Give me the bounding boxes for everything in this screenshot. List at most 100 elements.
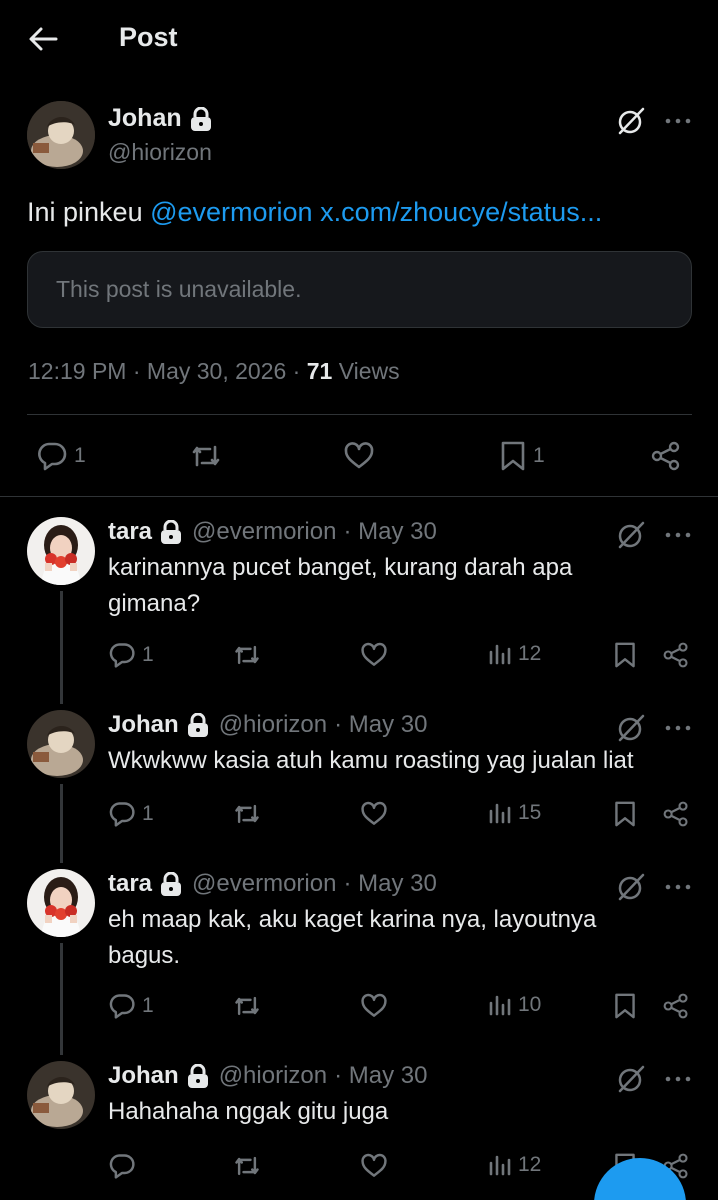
reply-text: eh maap kak, aku kaget karina nya, layou… — [108, 906, 597, 969]
repost-icon — [189, 440, 223, 472]
repost-icon — [232, 800, 262, 828]
post-text: Ini pinkeu @evermorion x.com/zhoucye/sta… — [27, 197, 602, 228]
repost-button[interactable] — [232, 992, 262, 1020]
repost-button[interactable] — [232, 641, 262, 669]
lock-icon — [190, 106, 212, 131]
share-button[interactable] — [650, 440, 682, 472]
reply-count: 1 — [142, 994, 154, 1017]
reply-count: 1 — [142, 643, 154, 666]
like-button[interactable] — [360, 992, 388, 1020]
reply-header: Johan @hiorizon · May 30 — [108, 1062, 427, 1090]
reply-author-name[interactable]: Johan — [108, 711, 179, 739]
reply-button[interactable]: 1 — [108, 641, 154, 669]
url-link[interactable]: x.com/zhoucye/status... — [320, 197, 602, 227]
views-count: 12 — [518, 642, 542, 665]
views-button[interactable]: 12 — [488, 1153, 541, 1177]
reply-button[interactable] — [108, 1152, 142, 1180]
lock-icon — [160, 872, 182, 896]
bookmark-button[interactable]: 1 — [499, 440, 545, 472]
views-button[interactable]: 12 — [488, 642, 541, 666]
bookmark-button[interactable] — [613, 641, 637, 669]
lock-icon — [187, 713, 209, 737]
more-options-icon[interactable] — [663, 713, 693, 743]
reply-author-name[interactable]: tara — [108, 870, 152, 898]
post-meta: 12:19 PM · May 30, 2026 · 71 Views — [28, 358, 400, 385]
share-icon — [662, 800, 690, 828]
avatar[interactable] — [27, 1061, 95, 1129]
reply-header: tara @evermorion · May 30 — [108, 518, 437, 546]
repost-icon — [232, 992, 262, 1020]
reply-text: karinannya pucet banget, kurang darah ap… — [108, 554, 573, 617]
grok-icon[interactable] — [616, 872, 646, 902]
more-options-icon[interactable] — [663, 106, 693, 136]
author-handle[interactable]: @hiorizon — [108, 139, 212, 166]
reply-text: Hahahaha nggak gitu juga — [108, 1098, 389, 1125]
bookmark-button[interactable] — [613, 800, 637, 828]
more-options-icon[interactable] — [663, 520, 693, 550]
repost-button[interactable] — [189, 440, 223, 472]
reply-date[interactable]: · May 30 — [343, 518, 436, 546]
reply-date[interactable]: · May 30 — [334, 1062, 427, 1090]
views-label: Views — [332, 358, 400, 384]
like-button[interactable] — [360, 641, 388, 669]
mention-link[interactable]: @evermorion — [150, 197, 312, 227]
reply-button[interactable]: 1 — [108, 992, 154, 1020]
heart-icon — [360, 641, 388, 669]
reply-author-handle[interactable]: @evermorion — [192, 870, 336, 898]
back-arrow-icon[interactable] — [26, 22, 60, 56]
reply-header: tara @evermorion · May 30 — [108, 870, 437, 898]
thread-line — [60, 943, 63, 1055]
post-date[interactable]: May 30, 2026 — [147, 358, 286, 384]
grok-icon[interactable] — [616, 1064, 646, 1094]
author-name-row: Johan — [108, 104, 212, 133]
heart-icon — [343, 440, 375, 472]
bookmark-icon — [613, 992, 637, 1020]
views-icon — [488, 642, 512, 666]
reply-date[interactable]: · May 30 — [334, 711, 427, 739]
avatar[interactable] — [27, 101, 95, 169]
avatar[interactable] — [27, 869, 95, 937]
grok-icon[interactable] — [616, 713, 646, 743]
reply-button[interactable]: 1 — [108, 800, 154, 828]
bookmark-icon — [613, 800, 637, 828]
more-options-icon[interactable] — [663, 1064, 693, 1094]
share-button[interactable] — [662, 800, 690, 828]
share-button[interactable] — [662, 992, 690, 1020]
thread-line — [60, 784, 63, 863]
author-name[interactable]: Johan — [108, 104, 182, 133]
reply-author-handle[interactable]: @hiorizon — [219, 1062, 327, 1090]
grok-icon[interactable] — [616, 520, 646, 550]
reply-icon — [108, 992, 136, 1020]
reply-date[interactable]: · May 30 — [343, 870, 436, 898]
views-button[interactable]: 15 — [488, 801, 541, 825]
views-count: 71 — [306, 358, 333, 384]
views-count: 10 — [518, 993, 542, 1016]
more-options-icon[interactable] — [663, 872, 693, 902]
bookmark-button[interactable] — [613, 992, 637, 1020]
reply-author-handle[interactable]: @evermorion — [192, 518, 336, 546]
repost-button[interactable] — [232, 800, 262, 828]
heart-icon — [360, 992, 388, 1020]
repost-button[interactable] — [232, 1152, 262, 1180]
reply-header: Johan @hiorizon · May 30 — [108, 711, 427, 739]
grok-icon[interactable] — [616, 106, 646, 136]
reply-button[interactable]: 1 — [36, 440, 86, 472]
divider — [27, 414, 692, 415]
reply-author-handle[interactable]: @hiorizon — [219, 711, 327, 739]
views-button[interactable]: 10 — [488, 993, 541, 1017]
avatar[interactable] — [27, 710, 95, 778]
reply-icon — [108, 641, 136, 669]
share-icon — [662, 992, 690, 1020]
bookmark-icon — [613, 641, 637, 669]
like-button[interactable] — [343, 440, 375, 472]
reply-icon — [108, 1152, 136, 1180]
reply-author-name[interactable]: tara — [108, 518, 152, 546]
like-button[interactable] — [360, 800, 388, 828]
share-button[interactable] — [662, 641, 690, 669]
like-button[interactable] — [360, 1152, 388, 1180]
views-count: 15 — [518, 801, 542, 824]
avatar[interactable] — [27, 517, 95, 585]
lock-icon — [160, 520, 182, 544]
post-time[interactable]: 12:19 PM — [28, 358, 126, 384]
reply-author-name[interactable]: Johan — [108, 1062, 179, 1090]
